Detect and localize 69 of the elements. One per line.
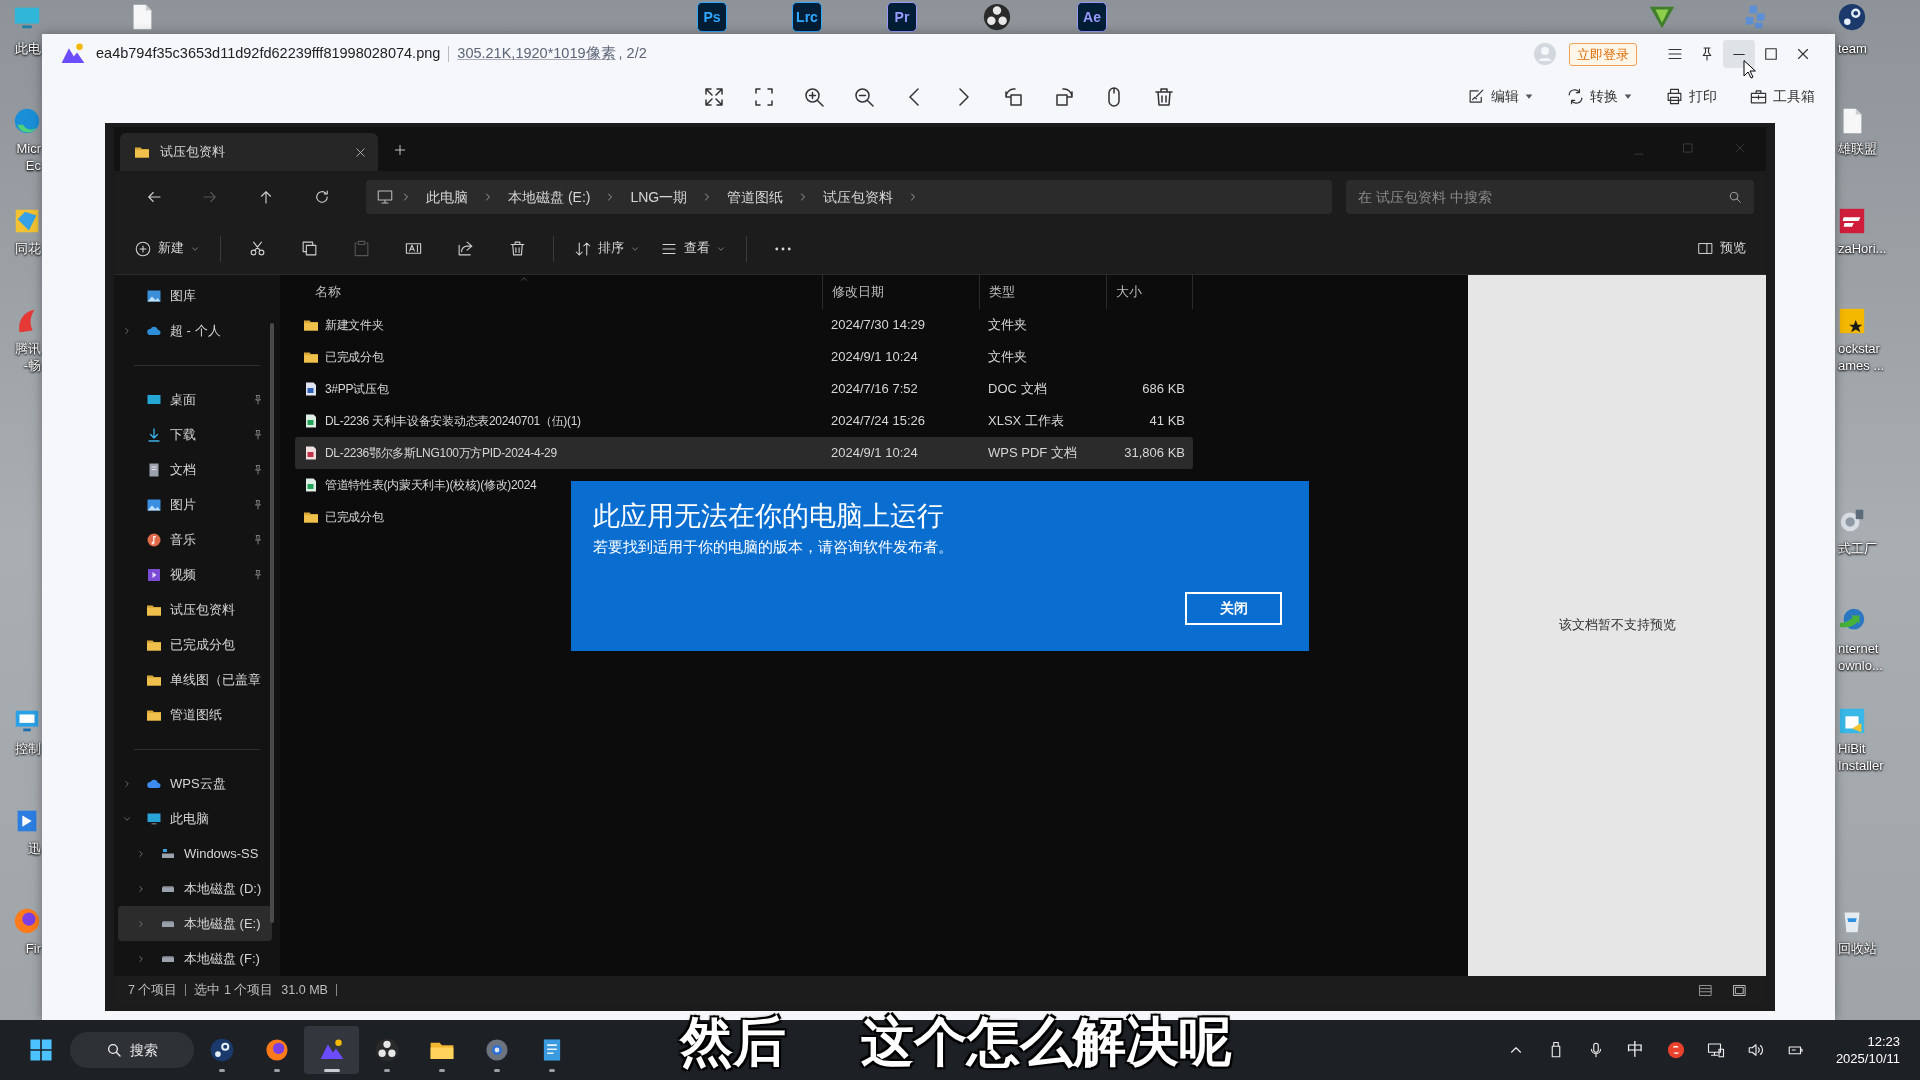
nav-label: 视频 xyxy=(170,565,197,584)
file-type: DOC 文档 xyxy=(987,380,1048,399)
desktop-icon-label: 此电 xyxy=(15,40,41,57)
file-size: 305.21K xyxy=(457,44,512,64)
modified-date: 2024/9/1 10:24 xyxy=(830,348,919,367)
desktop-icon-label: 雄联盟 xyxy=(1838,140,1877,157)
file-name: DL-2236鄂尔多斯LNG100万方PID-2024-4-29 xyxy=(325,445,557,462)
file-type: WPS PDF 文档 xyxy=(987,444,1078,463)
subtitle-text: 这个怎么解决呢 xyxy=(861,1014,1232,1070)
nav-label: 桌面 xyxy=(170,390,197,409)
preview-message: 该文档暂不支持预览 xyxy=(1558,617,1676,635)
desktop-icon-label: nternet ownlo... xyxy=(1838,640,1883,674)
tab-title: 试压包资料 xyxy=(160,143,226,161)
page-counter: , 2/2 xyxy=(618,44,647,64)
clock-date: 2025/10/11 xyxy=(1835,1050,1900,1067)
desktop-icon-label: 迅 xyxy=(28,840,41,857)
desktop-icon-label: team xyxy=(1838,40,1867,57)
nav-label: 图片 xyxy=(170,495,197,514)
file-type: 文件夹 xyxy=(987,316,1028,335)
file-name: ea4b794f35c3653d11d92fd62239fff81998028074.png xyxy=(96,44,441,64)
dialog-message: 若要找到适用于你的电脑的版本，请咨询软件发布者。 xyxy=(593,538,954,557)
clock-time: 12:23 xyxy=(1866,1033,1900,1050)
desktop-icon-label: 控制 xyxy=(15,740,41,757)
nav-label: WPS云盘 xyxy=(170,774,227,793)
selection-size: 31.0 MB xyxy=(281,981,328,999)
nav-label: 超 - 个人 xyxy=(170,321,222,340)
nav-label: 管道图纸 xyxy=(170,705,223,724)
file-name: 已完成分包 xyxy=(325,349,384,366)
modified-date: 2024/7/24 15:26 xyxy=(830,412,926,431)
nav-label: 音乐 xyxy=(170,530,197,549)
selection-info: 选中 1 个项目 xyxy=(194,981,274,999)
nav-label: 本地磁盘 (D:) xyxy=(184,879,263,898)
desktop-icon-label: 同花 xyxy=(15,240,41,257)
modified-date: 2024/7/16 7:52 xyxy=(830,380,919,399)
file-size: 686 KB xyxy=(1141,380,1186,399)
file-name: 管道特性表(内蒙天利丰)(校核)(修改)2024 xyxy=(325,477,537,494)
subtitle-text: 然后 xyxy=(680,1014,786,1070)
search-label: 搜索 xyxy=(130,1040,158,1060)
file-name: DL-2236 天利丰设备安装动态表20240701（伍)(1) xyxy=(325,413,581,430)
desktop-icon-label: Micr Ec xyxy=(16,140,41,174)
modified-date: 2024/9/1 10:24 xyxy=(830,444,919,463)
desktop-icon-label: zaHori... xyxy=(1838,240,1887,257)
file-size: 41 KB xyxy=(1148,412,1186,431)
item-count: 7 个项目 xyxy=(128,981,178,999)
desktop-icon-label: ockstar ames ... xyxy=(1838,340,1885,374)
image-dimensions: ,1920*1019像素 xyxy=(511,44,616,64)
dialog-title: 此应用无法在你的电脑上运行 xyxy=(593,500,945,533)
nav-label: 单线图（已盖章 xyxy=(170,670,262,689)
file-name: 已完成分包 xyxy=(325,509,384,526)
nav-label: 试压包资料 xyxy=(170,600,236,619)
file-type: XLSX 工作表 xyxy=(987,412,1065,431)
file-size: 31,806 KB xyxy=(1123,444,1186,463)
nav-label: 下载 xyxy=(170,425,197,444)
nav-label: 本地磁盘 (F:) xyxy=(184,949,261,968)
nav-label: Windows-SS xyxy=(184,844,260,863)
desktop-icon-label: 回收站 xyxy=(1838,940,1877,957)
file-name: 新建文件夹 xyxy=(325,317,384,334)
desktop-icon-label: 式工厂 xyxy=(1838,540,1877,557)
file-name: 3#PP试压包 xyxy=(325,381,389,398)
nav-label: 此电脑 xyxy=(170,809,210,828)
nav-label: 文档 xyxy=(170,460,197,479)
nav-label: 已完成分包 xyxy=(170,635,236,654)
nav-label: 图库 xyxy=(170,286,197,305)
desktop-icon-label: 腾讯 -畅 xyxy=(15,340,41,374)
nav-label: 本地磁盘 (E:) xyxy=(184,914,262,933)
modified-date: 2024/7/30 14:29 xyxy=(830,316,926,335)
desktop-icon-label: HiBit Installer xyxy=(1838,740,1884,774)
desktop-icon-label: Fir xyxy=(25,940,41,957)
file-type: 文件夹 xyxy=(987,348,1028,367)
